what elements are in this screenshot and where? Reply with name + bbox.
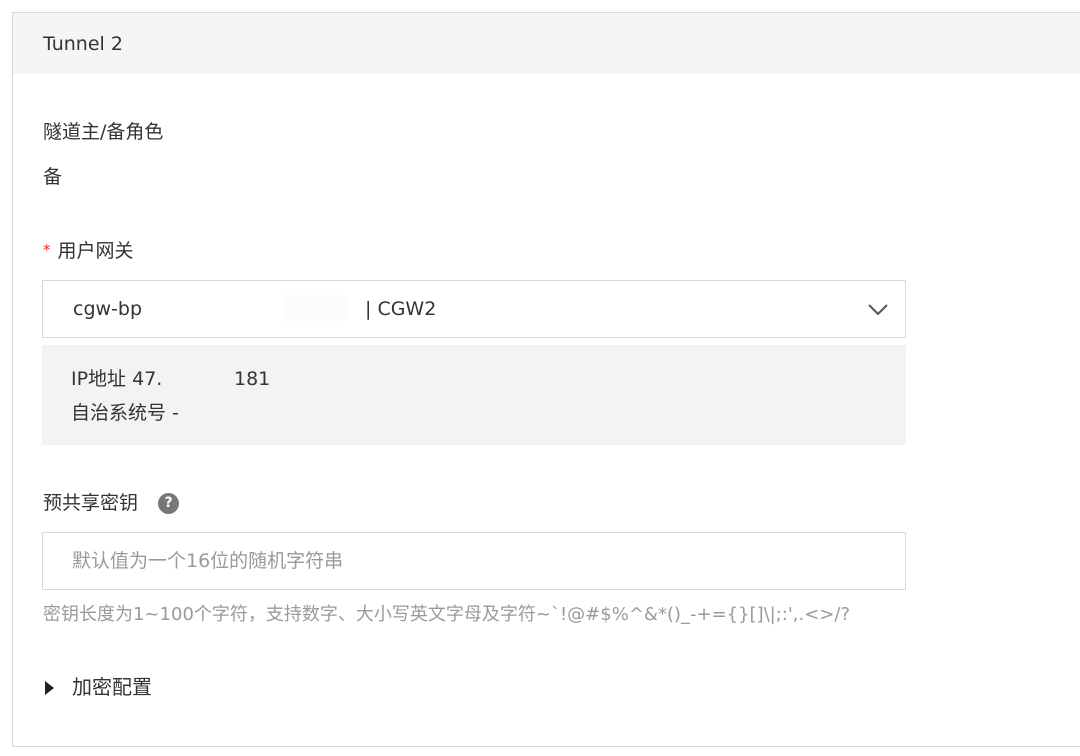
role-label: 隧道主/备角色 xyxy=(43,121,164,143)
panel-header: Tunnel 2 xyxy=(13,13,1080,74)
psk-label: 预共享密钥 xyxy=(43,492,139,514)
chevron-down-icon[interactable] xyxy=(865,297,891,323)
gateway-selected-id: cgw-bp xyxy=(73,298,143,320)
panel-title: Tunnel 2 xyxy=(43,33,123,55)
gateway-label-row: * 用户网关 xyxy=(43,238,134,263)
gateway-select[interactable]: cgw-bp | CGW2 xyxy=(42,280,906,338)
tunnel-panel: Tunnel 2 隧道主/备角色 备 * 用户网关 cgw-bp | CGW2 I… xyxy=(12,12,1080,747)
psk-hint: 密钥长度为1~100个字符，支持数字、大小写英文字母及字符~`!@#$%^&*(… xyxy=(43,604,851,625)
gateway-selected-name: | CGW2 xyxy=(365,298,437,320)
gateway-ip-suffix: 181 xyxy=(234,368,271,390)
question-circle-icon[interactable]: ? xyxy=(158,493,179,514)
gateway-ip-label: IP地址 47. xyxy=(71,368,163,390)
redacted-area xyxy=(283,295,347,321)
gateway-info-box: IP地址 47. 181 自治系统号 - xyxy=(42,345,906,445)
required-mark: * xyxy=(43,241,51,259)
gateway-label: 用户网关 xyxy=(57,240,134,262)
psk-input[interactable] xyxy=(42,532,906,590)
role-value: 备 xyxy=(43,166,63,188)
caret-right-icon xyxy=(45,681,54,695)
encryption-config-label: 加密配置 xyxy=(72,675,152,699)
gateway-asn: 自治系统号 - xyxy=(71,402,179,424)
